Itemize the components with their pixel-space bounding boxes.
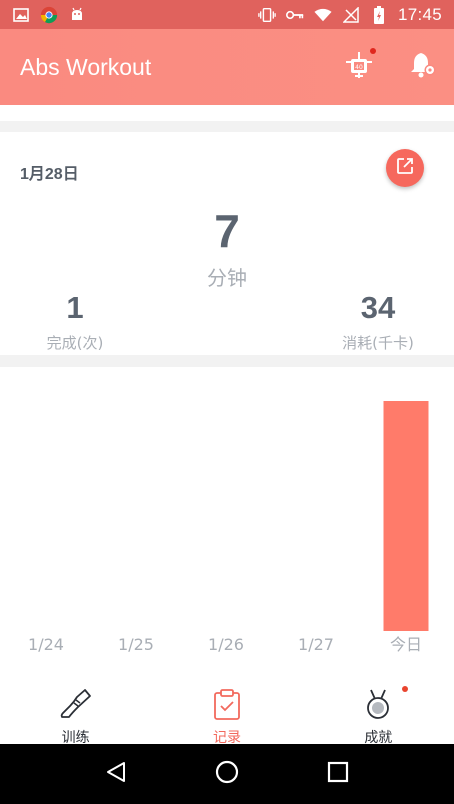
nav-item-achievements[interactable]: 成就 bbox=[303, 681, 454, 746]
header-actions: 40 bbox=[342, 48, 454, 85]
workout-plan-button[interactable]: 40 bbox=[342, 48, 376, 85]
reminder-settings-button[interactable] bbox=[406, 50, 440, 84]
calories-value: 34 bbox=[360, 290, 396, 325]
vibrate-icon bbox=[258, 6, 276, 24]
share-icon bbox=[396, 157, 414, 179]
bottom-nav: 训练 记录 成就 bbox=[0, 681, 454, 746]
workout-plan-icon: 40 bbox=[343, 49, 375, 85]
status-right-icons: 17:45 bbox=[258, 5, 454, 25]
minutes-label: 分钟 bbox=[207, 266, 247, 290]
svg-text:40: 40 bbox=[355, 64, 363, 71]
back-button[interactable] bbox=[96, 754, 136, 794]
sneaker-icon bbox=[59, 687, 93, 725]
chart-x-tick-label: 1/26 bbox=[208, 635, 244, 654]
key-icon bbox=[285, 6, 304, 24]
wifi-icon bbox=[314, 6, 332, 24]
section-divider bbox=[0, 355, 454, 367]
minutes-value: 7 bbox=[214, 205, 240, 257]
status-time: 17:45 bbox=[397, 4, 442, 24]
back-icon bbox=[104, 760, 128, 788]
medal-icon bbox=[361, 687, 395, 725]
no-signal-icon bbox=[342, 6, 360, 24]
clipboard-check-icon bbox=[210, 687, 244, 725]
status-bar: 17:45 bbox=[0, 0, 454, 29]
app-title: Abs Workout bbox=[20, 53, 152, 80]
recents-icon bbox=[327, 761, 349, 787]
nav-item-records[interactable]: 记录 bbox=[151, 681, 302, 746]
completed-count-label: 完成(次) bbox=[46, 334, 104, 352]
recents-button[interactable] bbox=[318, 754, 358, 794]
calories-label: 消耗(千卡) bbox=[342, 334, 414, 352]
chart-x-tick-label: 1/27 bbox=[298, 635, 334, 654]
daily-minutes-chart: 1/24 1/25 1/26 1/27 今日 bbox=[28, 401, 429, 654]
reminder-settings-icon bbox=[408, 50, 438, 84]
chrome-app-icon bbox=[40, 6, 58, 24]
image-notification-icon bbox=[12, 6, 30, 24]
home-icon bbox=[214, 759, 240, 789]
share-button[interactable] bbox=[386, 149, 424, 187]
system-nav-bar bbox=[0, 744, 454, 804]
notification-dot bbox=[401, 686, 408, 692]
chart-x-tick-label: 1/25 bbox=[118, 635, 154, 654]
home-button[interactable] bbox=[207, 754, 247, 794]
section-divider bbox=[0, 121, 454, 132]
completed-count-value: 1 bbox=[66, 290, 84, 325]
summary-date: 1月28日 bbox=[20, 166, 79, 183]
android-robot-icon bbox=[68, 6, 86, 24]
battery-icon bbox=[370, 5, 388, 24]
chart-x-tick-label: 1/24 bbox=[28, 635, 64, 654]
nav-item-training[interactable]: 训练 bbox=[0, 681, 151, 746]
status-left-icons bbox=[0, 6, 86, 24]
chart-x-tick-label: 今日 bbox=[390, 635, 422, 654]
chart-bar bbox=[383, 401, 429, 631]
notification-dot bbox=[370, 48, 376, 54]
app-header: Abs Workout 40 bbox=[0, 29, 454, 105]
